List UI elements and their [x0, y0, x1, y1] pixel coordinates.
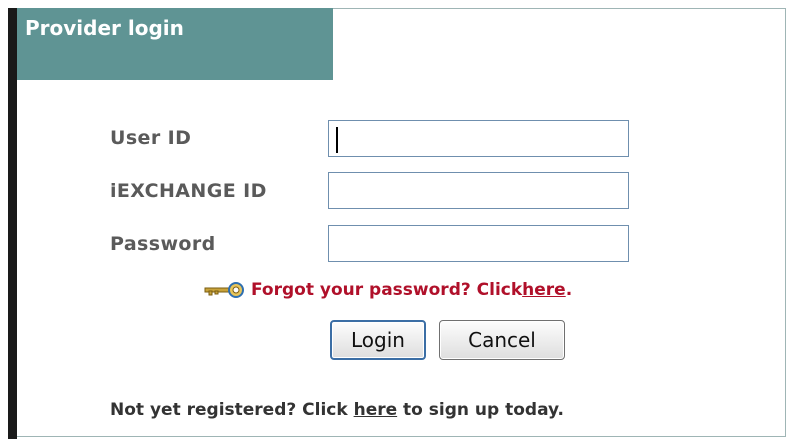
iexchange-id-label: iEXCHANGE ID — [110, 180, 267, 202]
login-button[interactable]: Login — [330, 320, 426, 360]
register-line: Not yet registered? Click here to sign u… — [110, 400, 564, 420]
key-icon — [204, 282, 244, 298]
forgot-password-text: Forgot your password? Click — [251, 280, 523, 300]
forgot-password-line: Forgot your password? Click here . — [203, 277, 572, 303]
forgot-password-suffix: . — [565, 280, 573, 300]
password-label: Password — [110, 233, 216, 255]
page-title: Provider login — [25, 16, 184, 40]
password-input[interactable] — [328, 225, 629, 262]
register-link[interactable]: here — [354, 400, 398, 420]
iexchange-id-input[interactable] — [328, 172, 629, 209]
user-id-input[interactable] — [328, 120, 629, 157]
register-suffix: to sign up today. — [397, 400, 565, 420]
cancel-button[interactable]: Cancel — [439, 320, 565, 360]
text-caret — [336, 127, 338, 153]
user-id-label: User ID — [110, 127, 192, 149]
forgot-password-link[interactable]: here — [522, 280, 566, 300]
register-prefix: Not yet registered? Click — [110, 400, 354, 420]
panel-left-accent-bar — [8, 8, 17, 439]
panel-header: Provider login — [17, 8, 333, 80]
